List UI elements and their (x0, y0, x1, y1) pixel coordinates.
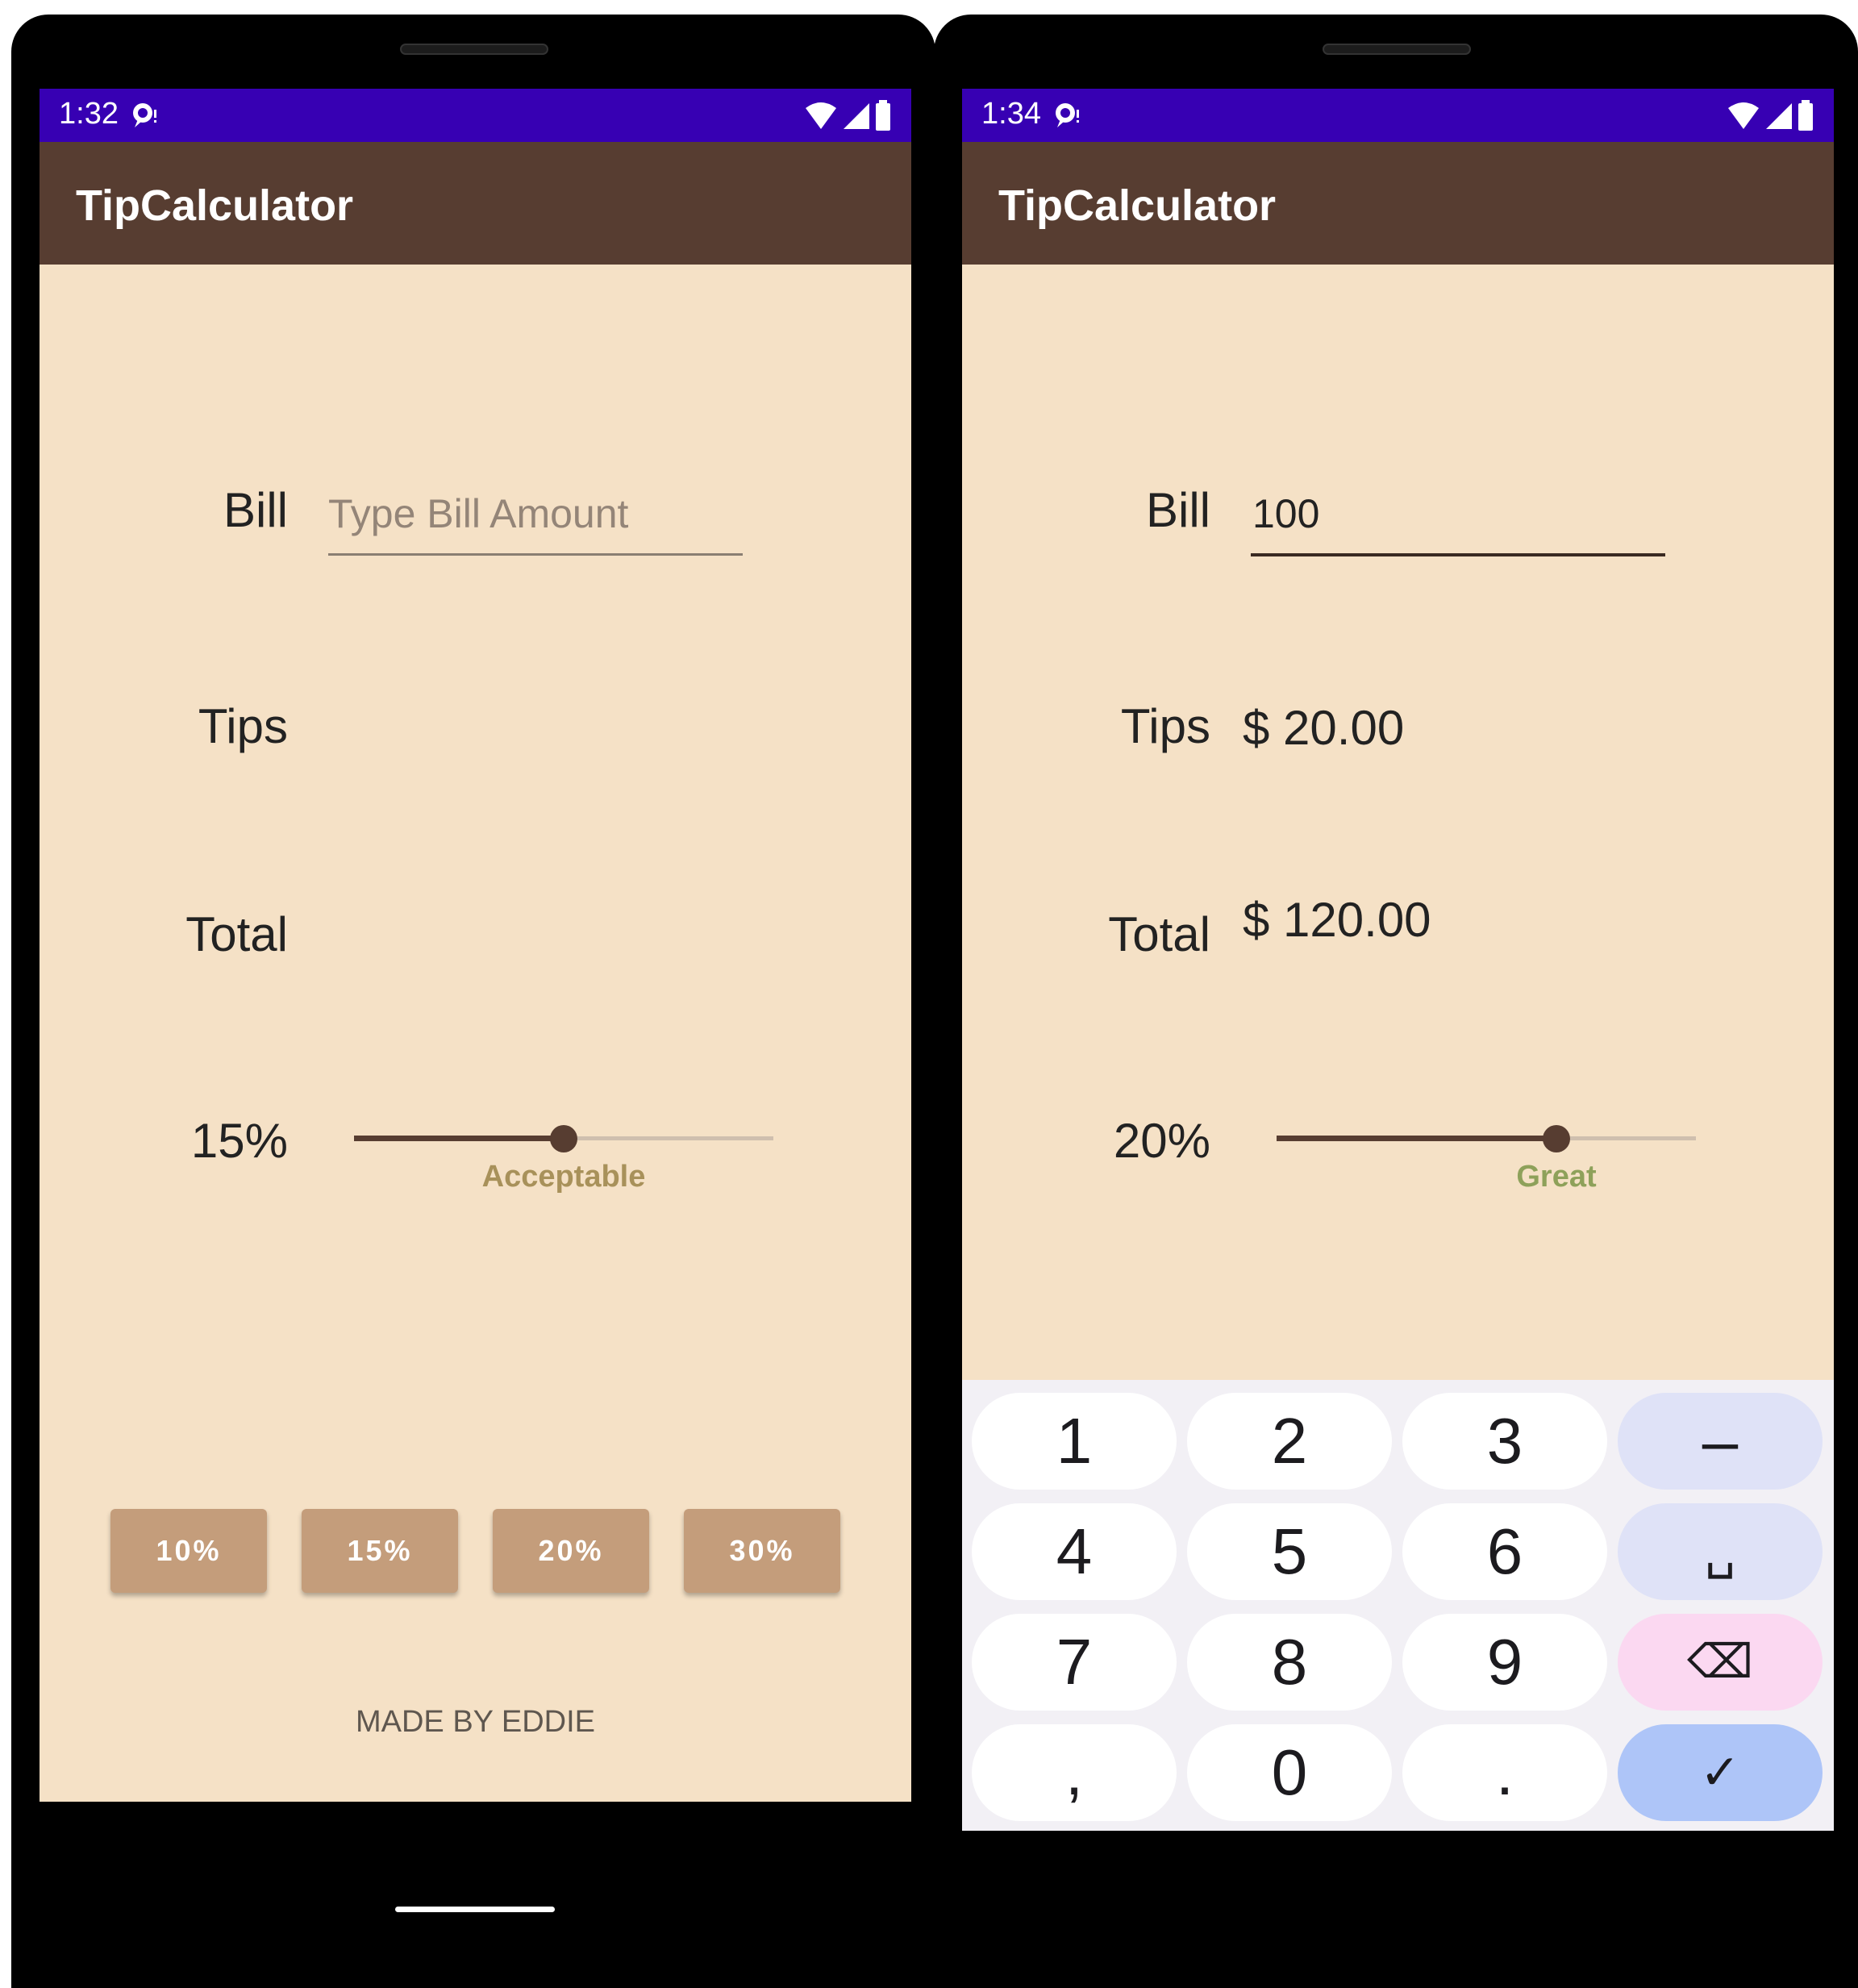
key-1[interactable]: 1 (972, 1393, 1177, 1490)
tips-label: Tips (198, 699, 288, 753)
phone-frame-right: 1:34 TipCalculator Bill 100 Tips $ 20.00… (934, 15, 1858, 1988)
app-title: TipCalculator (76, 181, 354, 230)
numeric-keyboard: 1 2 3 – 4 5 6 ␣ 7 8 9 ⌫ , 0 . ✓ (962, 1380, 1834, 1831)
key-3[interactable]: 3 (1402, 1393, 1607, 1490)
status-icons (804, 100, 892, 135)
wifi-icon (1728, 102, 1760, 129)
phone-frame-left: 1:32 TipCalculator Bill Type Bill Amount… (11, 15, 935, 1988)
earpiece-speaker (1323, 44, 1471, 55)
key-comma[interactable]: , (972, 1724, 1177, 1821)
tip-button-10[interactable]: 10% (110, 1509, 267, 1593)
key-8[interactable]: 8 (1187, 1614, 1392, 1711)
signal-icon (843, 103, 869, 129)
wifi-icon (806, 102, 837, 129)
tips-amount: $ 20.00 (1243, 701, 1405, 755)
signal-icon (1765, 103, 1792, 129)
key-2[interactable]: 2 (1187, 1393, 1392, 1490)
bill-input[interactable]: 100 (1251, 474, 1665, 556)
status-icons (1727, 100, 1814, 135)
status-time: 1:32 (59, 97, 119, 131)
key-0[interactable]: 0 (1187, 1724, 1392, 1821)
total-label: Total (1108, 907, 1210, 961)
status-time: 1:34 (981, 97, 1041, 131)
home-indicator[interactable] (395, 1907, 555, 1912)
app-bar: TipCalculator (40, 142, 911, 265)
bill-input[interactable]: Type Bill Amount (328, 474, 743, 556)
slider-fill (354, 1136, 564, 1141)
status-bar: 1:32 (40, 89, 911, 142)
earpiece-speaker (400, 44, 548, 55)
calculator-content: Bill Type Bill Amount Tips Total 15% Acc… (40, 265, 911, 1802)
tip-percent-label: 15% (190, 1114, 288, 1168)
tip-slider[interactable] (1277, 1122, 1696, 1154)
slider-thumb[interactable] (550, 1125, 577, 1152)
tip-button-20[interactable]: 20% (493, 1509, 649, 1593)
footer-credit: MADE BY EDDIE (355, 1705, 596, 1739)
tip-rating: Great (1516, 1160, 1597, 1194)
screen-left: 1:32 TipCalculator Bill Type Bill Amount… (40, 89, 911, 1802)
key-minus[interactable]: – (1618, 1393, 1823, 1490)
tip-slider[interactable] (354, 1122, 773, 1154)
key-5[interactable]: 5 (1187, 1503, 1392, 1600)
screen-right: 1:34 TipCalculator Bill 100 Tips $ 20.00… (962, 89, 1834, 1831)
key-4[interactable]: 4 (972, 1503, 1177, 1600)
status-bar: 1:34 (962, 89, 1834, 142)
app-bar: TipCalculator (962, 142, 1834, 265)
key-period[interactable]: . (1402, 1724, 1607, 1821)
slider-thumb[interactable] (1543, 1125, 1570, 1152)
total-amount: $ 120.00 (1243, 893, 1431, 947)
slider-fill (1277, 1136, 1556, 1141)
notification-icon (133, 103, 156, 127)
tips-label: Tips (1120, 699, 1210, 753)
bill-label: Bill (223, 483, 288, 537)
notification-icon (1056, 103, 1079, 127)
tip-button-15[interactable]: 15% (302, 1509, 458, 1593)
bill-label: Bill (1145, 483, 1210, 537)
key-6[interactable]: 6 (1402, 1503, 1607, 1600)
tip-button-30[interactable]: 30% (684, 1509, 840, 1593)
total-label: Total (185, 907, 288, 961)
key-backspace[interactable]: ⌫ (1618, 1614, 1823, 1711)
app-title: TipCalculator (998, 181, 1277, 230)
battery-icon (1798, 100, 1813, 131)
key-space[interactable]: ␣ (1618, 1503, 1823, 1600)
key-done[interactable]: ✓ (1618, 1724, 1823, 1821)
battery-icon (876, 100, 890, 131)
tip-rating: Acceptable (481, 1160, 646, 1194)
key-9[interactable]: 9 (1402, 1614, 1607, 1711)
key-7[interactable]: 7 (972, 1614, 1177, 1711)
tip-percent-label: 20% (1113, 1114, 1210, 1168)
